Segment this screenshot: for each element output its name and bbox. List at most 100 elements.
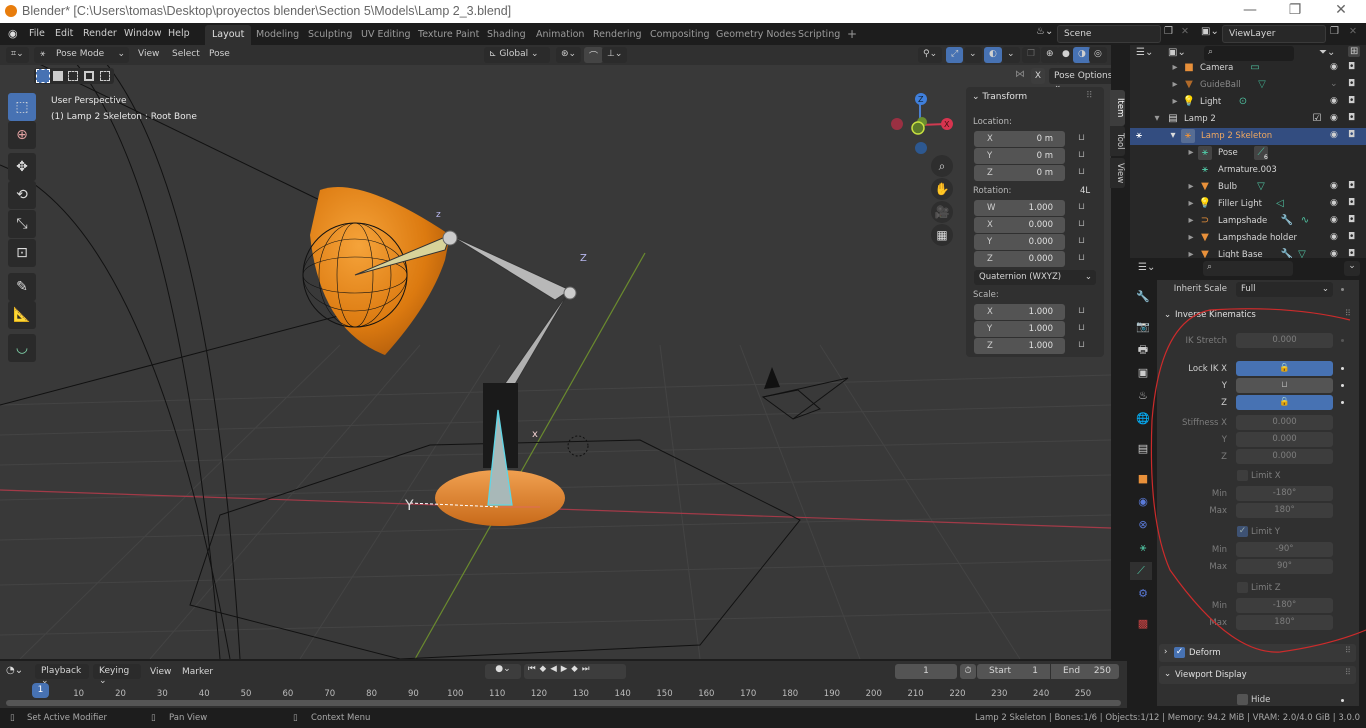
outliner-row[interactable]: ▸ ▼ Bulb ▽ ◉ ◘ xyxy=(1130,179,1366,196)
camera-view-button[interactable]: 🎥 xyxy=(931,201,953,223)
eye-icon[interactable]: ◉ xyxy=(1330,181,1338,191)
inherit-scale-dropdown[interactable]: Full ⌄ xyxy=(1236,282,1333,297)
pose-options-dropdown[interactable]: Pose Options ⌄ xyxy=(1049,68,1111,91)
menu-render[interactable]: Render xyxy=(83,28,117,39)
bone-upper-arm[interactable] xyxy=(449,234,572,301)
unlock-icon[interactable]: ⊔ xyxy=(1078,253,1092,267)
location-z-field[interactable]: Z0 m xyxy=(974,165,1065,181)
transform-orientation-selector[interactable]: ⊾ Global ⌄ xyxy=(484,47,550,63)
3d-viewport[interactable]: Y z Z x ⌗⌄ ⚹ Pose Mode ⌄ View Select Pos… xyxy=(0,45,1111,659)
tab-texture-paint[interactable]: Texture Paint xyxy=(411,25,486,45)
render-camera-icon[interactable]: ◘ xyxy=(1348,96,1355,106)
sidebar-tab-tool[interactable]: Tool xyxy=(1110,126,1125,156)
outliner-row[interactable]: ▸ ▼ GuideBall ▽ ⌄ ◘ xyxy=(1130,77,1366,94)
mode-selector[interactable]: ⚹ Pose Mode ⌄ xyxy=(34,47,129,63)
render-camera-icon[interactable]: ◘ xyxy=(1348,232,1355,242)
tab-sculpting[interactable]: Sculpting xyxy=(301,25,359,45)
select-extend-icon[interactable] xyxy=(53,71,63,81)
move-tool[interactable]: ✥ xyxy=(8,153,36,181)
zoom-view-button[interactable]: ⌕ xyxy=(931,155,953,177)
render-camera-icon[interactable]: ◘ xyxy=(1348,249,1355,258)
menu-window[interactable]: Window xyxy=(124,28,161,39)
viewport-display-section-header[interactable]: ⌄ Viewport Display ⠿ xyxy=(1159,666,1356,684)
render-camera-icon[interactable]: ◘ xyxy=(1348,130,1355,140)
outliner-row[interactable]: ▸ ■ Camera ▭ ◉ ◘ xyxy=(1130,60,1366,77)
select-intersect-icon[interactable] xyxy=(100,71,110,81)
menu-edit[interactable]: Edit xyxy=(55,28,73,39)
select-box-tool[interactable]: ⬚ xyxy=(8,93,36,121)
eye-icon[interactable]: ◉ xyxy=(1330,130,1338,140)
eye-icon[interactable]: ◉ xyxy=(1330,113,1338,123)
new-collection-icon[interactable]: ⊞ xyxy=(1348,46,1361,57)
properties-editor-type-button[interactable]: ☰⌄ xyxy=(1138,262,1155,273)
joint-elbow[interactable] xyxy=(563,286,577,300)
scale-tool[interactable]: ⤡ xyxy=(8,210,36,238)
display-mode-button[interactable]: ☰⌄ xyxy=(1136,47,1153,58)
rotation-w-field[interactable]: W 1.000 xyxy=(974,200,1065,216)
unlock-icon[interactable]: ⊔ xyxy=(1078,306,1092,320)
pan-view-button[interactable]: ✋ xyxy=(931,178,953,200)
filter-icon[interactable]: ⏷⌄ xyxy=(1319,47,1335,58)
editor-type-button[interactable]: ⌗⌄ xyxy=(6,47,29,63)
outliner-row[interactable]: ▸ 💡 Light ⊙ ◉ ◘ xyxy=(1130,94,1366,111)
joint-head[interactable] xyxy=(442,230,458,246)
render-camera-icon[interactable]: ◘ xyxy=(1348,113,1355,123)
eye-icon[interactable]: ◉ xyxy=(1330,249,1338,258)
scene-name-field[interactable]: Scene xyxy=(1057,25,1161,43)
eye-icon[interactable]: ◉ xyxy=(1330,198,1338,208)
scale-z-field[interactable]: Z 1.000 xyxy=(974,338,1065,354)
overlay-toggle[interactable]: ◐ xyxy=(984,47,1002,63)
render-camera-icon[interactable]: ◘ xyxy=(1348,181,1355,191)
filter-collection-button[interactable]: ▣⌄ xyxy=(1168,47,1186,58)
outliner-row[interactable]: ▸ ▼ Light Base 🔧 ▽ ◉ ◘ xyxy=(1130,247,1366,258)
menu-view[interactable]: View xyxy=(138,49,159,59)
visibility-button[interactable]: ⚲⌄ xyxy=(918,47,943,63)
sidebar-tab-item[interactable]: Item xyxy=(1110,90,1125,126)
transform-panel-header[interactable]: ⌄ Transform xyxy=(972,92,1027,102)
shading-wireframe-button[interactable]: ⊕ xyxy=(1041,47,1059,63)
tab-layout[interactable]: Layout xyxy=(205,25,252,45)
camera-object[interactable] xyxy=(761,367,849,420)
eye-icon[interactable]: ◉ xyxy=(1330,62,1338,72)
tab-scripting[interactable]: Scripting xyxy=(791,25,847,45)
outliner-row[interactable]: ⚹ Armature.003 xyxy=(1130,162,1366,179)
maximize-button[interactable]: ❐ xyxy=(1285,2,1305,20)
scene-selector-icon[interactable]: ♨⌄ xyxy=(1036,26,1053,37)
properties-options-dropdown[interactable]: ⌄ xyxy=(1344,261,1360,276)
menu-help[interactable]: Help xyxy=(168,28,190,39)
rotation-z-field[interactable]: Z 0.000 xyxy=(974,251,1065,267)
render-camera-icon[interactable]: ◘ xyxy=(1348,79,1355,89)
tab-animation[interactable]: Animation xyxy=(529,25,591,45)
rotate-tool[interactable]: ⟲ xyxy=(8,181,36,209)
outliner-row[interactable]: ▸ ▼ Lampshade holder ◉ ◘ xyxy=(1130,230,1366,247)
scale-y-field[interactable]: Y 1.000 xyxy=(974,321,1065,337)
delete-view-layer-icon[interactable]: ✕ xyxy=(1349,26,1357,37)
outliner-row[interactable]: ▾ ▤ Lamp 2 ☑ ◉ ◘ xyxy=(1130,111,1366,128)
outliner-row[interactable]: ▸ ⚹ Pose ⟋ 6 xyxy=(1130,145,1366,162)
rotation-y-field[interactable]: Y 0.000 xyxy=(974,234,1065,250)
delete-scene-icon[interactable]: ✕ xyxy=(1181,26,1189,37)
close-button[interactable]: ✕ xyxy=(1331,2,1351,20)
timeline-scrollbar[interactable] xyxy=(6,700,1121,706)
gizmo-dropdown[interactable]: ⌄ xyxy=(964,47,982,63)
render-camera-icon[interactable]: ◘ xyxy=(1348,62,1355,72)
transform-tool[interactable]: ⊡ xyxy=(8,239,36,267)
add-workspace-button[interactable]: + xyxy=(840,23,864,43)
minimize-button[interactable]: — xyxy=(1240,2,1260,20)
unlock-icon[interactable]: ⊔ xyxy=(1078,202,1092,216)
checkbox-icon[interactable]: ☑ xyxy=(1310,112,1324,126)
tab-geometry-nodes[interactable]: Geometry Nodes xyxy=(709,25,803,45)
playhead[interactable]: 1 xyxy=(32,683,49,698)
rotation-x-field[interactable]: X 0.000 xyxy=(974,217,1065,233)
eye-icon[interactable]: ◉ xyxy=(1330,215,1338,225)
render-camera-icon[interactable]: ◘ xyxy=(1348,215,1355,225)
lampshade-mesh[interactable] xyxy=(310,187,450,355)
pivot-point-button[interactable]: ⊛⌄ xyxy=(556,47,582,63)
unlock-icon[interactable]: ⊔ xyxy=(1078,167,1092,181)
select-new-icon[interactable] xyxy=(36,69,50,83)
unlock-icon[interactable]: ⊔ xyxy=(1078,133,1092,147)
blender-menu-icon[interactable]: ◉ xyxy=(8,27,18,40)
location-y-field[interactable]: Y0 m xyxy=(974,148,1065,164)
annotate-tool[interactable]: ✎ xyxy=(8,273,36,301)
tab-modeling[interactable]: Modeling xyxy=(249,25,306,45)
